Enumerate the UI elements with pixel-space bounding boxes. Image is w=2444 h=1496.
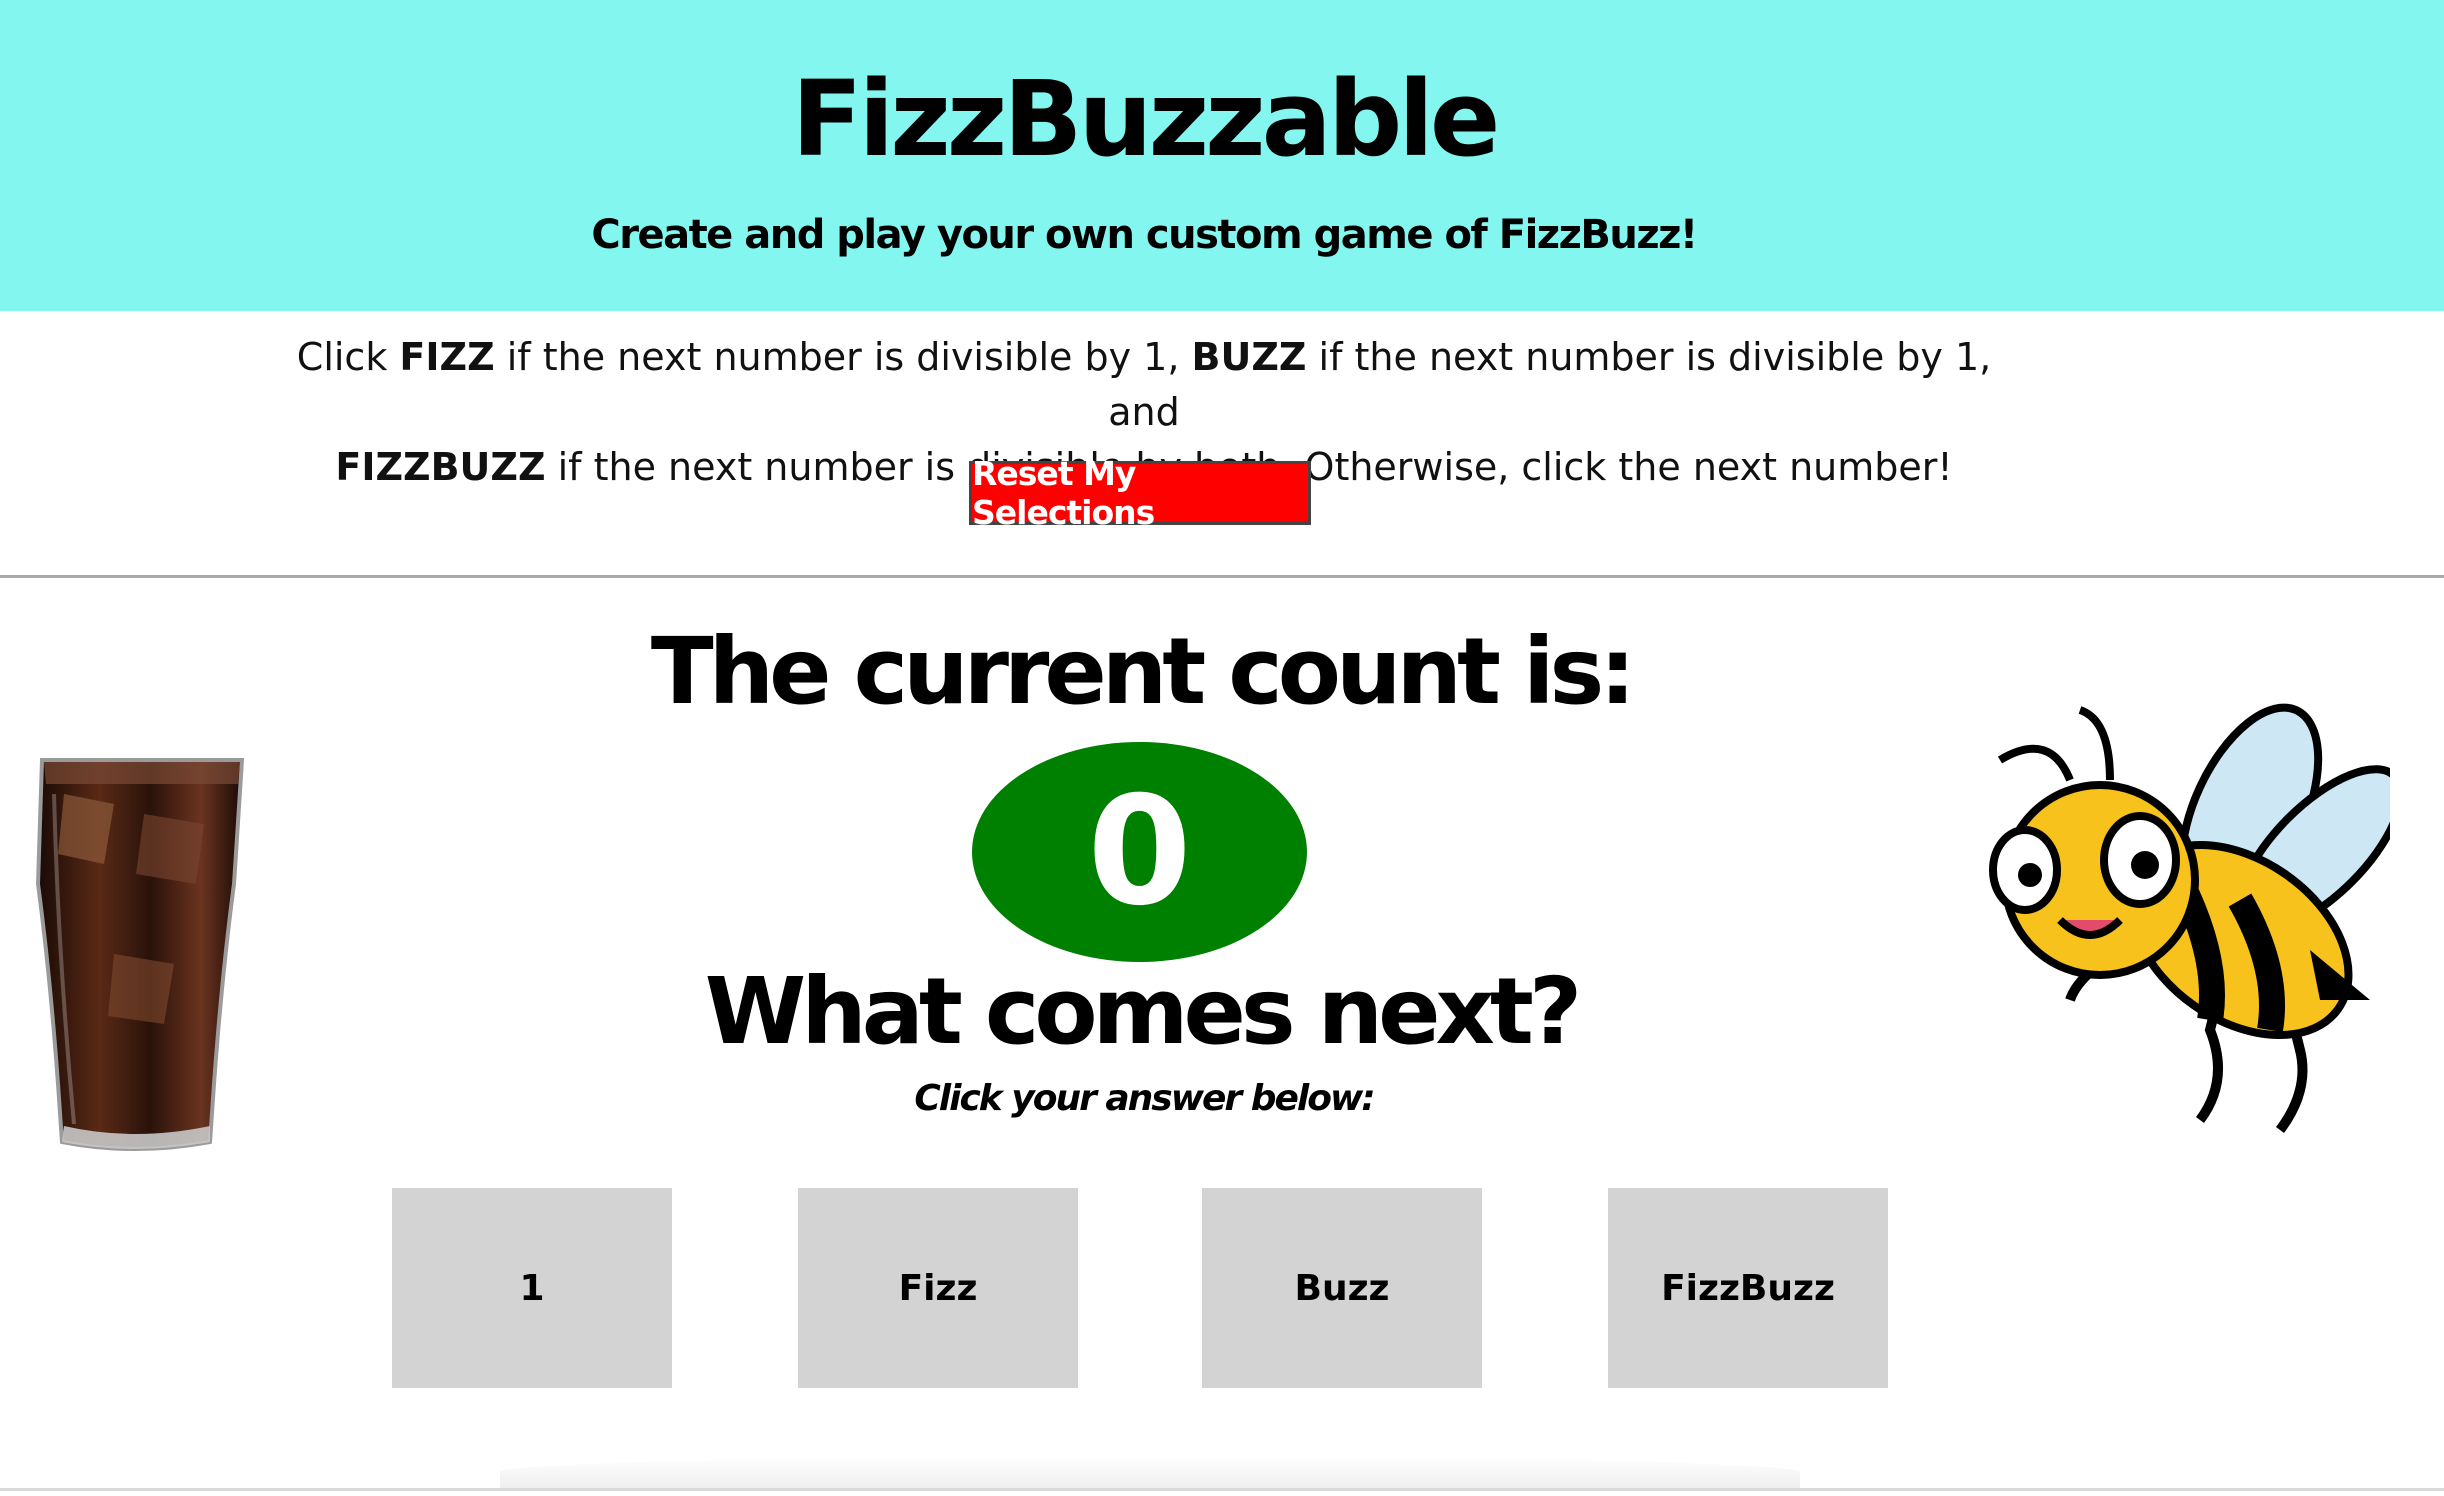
instructions-text: Click: [296, 335, 400, 379]
header-banner: FizzBuzzable Create and play your own cu…: [0, 0, 2444, 311]
buzz-keyword: BUZZ: [1191, 335, 1307, 379]
footer-divider: [0, 1488, 2444, 1491]
reset-selections-button[interactable]: Reset My Selections: [969, 454, 1311, 532]
count-heading: The current count is:: [650, 618, 1636, 725]
app-subtitle: Create and play your own custom game of …: [591, 212, 1698, 258]
answer-button-fizz[interactable]: Fizz: [798, 1188, 1078, 1388]
next-heading: What comes next?: [704, 958, 1582, 1065]
app-title: FizzBuzzable: [791, 58, 1501, 180]
answer-button-fizzbuzz[interactable]: FizzBuzz: [1608, 1188, 1888, 1388]
current-count-display: 0: [972, 742, 1307, 962]
instructions-text: if the next number is divisible by 1,: [494, 335, 1192, 379]
answer-button-buzz[interactable]: Buzz: [1202, 1188, 1482, 1388]
fizzbuzz-keyword: FIZZBUZZ: [335, 445, 546, 489]
answer-hint: Click your answer below:: [914, 1078, 1375, 1119]
footer-shadow: [500, 1456, 1800, 1488]
section-divider: [0, 575, 2444, 578]
fizz-keyword: FIZZ: [399, 335, 495, 379]
bee-image: [1989, 703, 2390, 1133]
answer-button-number[interactable]: 1: [392, 1188, 672, 1388]
